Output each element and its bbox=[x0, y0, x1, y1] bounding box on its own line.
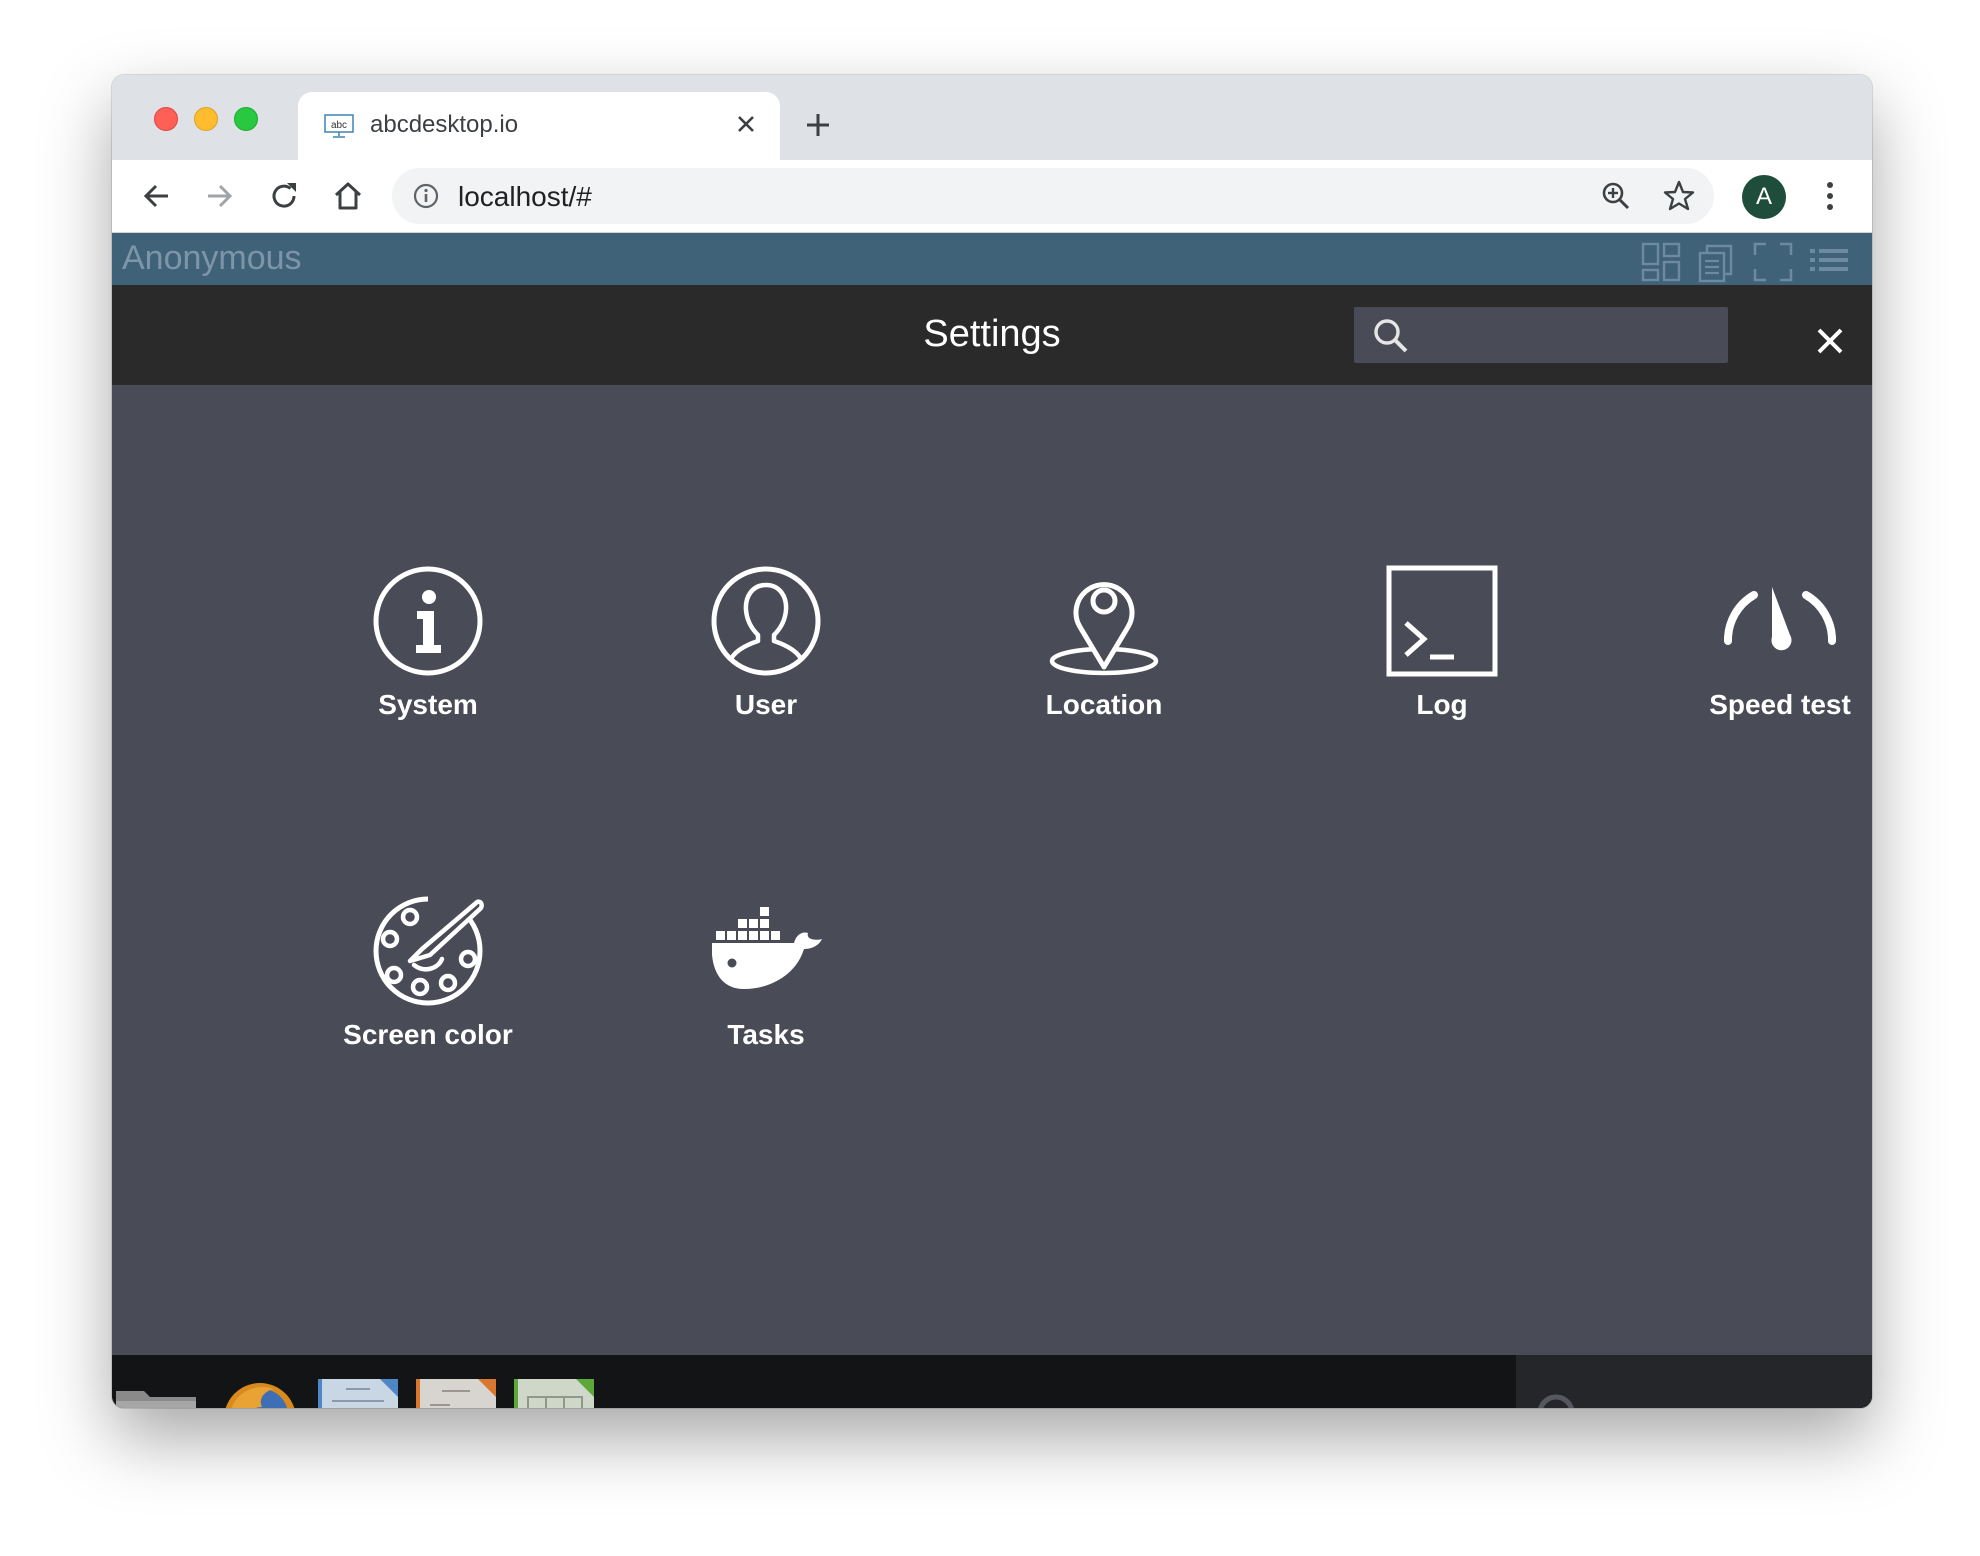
taskbar-dock bbox=[112, 1355, 1872, 1408]
close-settings-icon[interactable] bbox=[1816, 327, 1844, 355]
browser-toolbar: localhost/# A bbox=[112, 160, 1872, 233]
location-pin-icon bbox=[1049, 582, 1159, 676]
desktop-app: Anonymous Settings System User Location … bbox=[112, 233, 1872, 1408]
zoom-icon[interactable] bbox=[1600, 180, 1632, 212]
list-menu-icon[interactable] bbox=[1808, 241, 1850, 283]
grid-view-icon[interactable] bbox=[1640, 241, 1682, 283]
writer-document-icon[interactable] bbox=[316, 1377, 400, 1408]
settings-item-label: Speed test bbox=[1709, 689, 1851, 720]
minimize-window-button[interactable] bbox=[194, 107, 218, 131]
maximize-window-button[interactable] bbox=[234, 107, 258, 131]
settings-item-label: User bbox=[734, 689, 798, 720]
palette-icon bbox=[373, 896, 484, 1006]
back-icon[interactable] bbox=[138, 178, 174, 214]
settings-item-label: Log bbox=[1416, 689, 1468, 720]
settings-item-screen-color[interactable]: Screen color bbox=[298, 895, 558, 1075]
address-bar[interactable]: localhost/# bbox=[392, 168, 1714, 224]
user-icon bbox=[711, 566, 821, 676]
app-top-bar: Anonymous bbox=[112, 233, 1872, 285]
settings-item-log[interactable]: Log bbox=[1312, 565, 1572, 745]
fullscreen-icon[interactable] bbox=[1752, 241, 1794, 283]
speedometer-icon bbox=[1724, 587, 1836, 651]
settings-item-location[interactable]: Location bbox=[974, 565, 1234, 745]
tab-title: abcdesktop.io bbox=[370, 111, 519, 138]
documents-icon[interactable] bbox=[1696, 241, 1738, 283]
star-icon[interactable] bbox=[1662, 179, 1696, 213]
info-icon[interactable] bbox=[412, 182, 440, 210]
firefox-icon[interactable] bbox=[218, 1377, 302, 1408]
forward-icon[interactable] bbox=[202, 178, 238, 214]
url-text[interactable]: localhost/# bbox=[458, 181, 592, 213]
browser-tab[interactable]: abc abcdesktop.io bbox=[298, 92, 780, 160]
home-folder-icon[interactable] bbox=[114, 1377, 198, 1408]
settings-item-label: System bbox=[378, 689, 478, 720]
settings-item-user[interactable]: User bbox=[636, 565, 896, 745]
calc-spreadsheet-icon[interactable] bbox=[512, 1377, 596, 1408]
close-icon[interactable] bbox=[730, 108, 762, 140]
settings-item-label: Tasks bbox=[727, 1019, 805, 1050]
impress-presentation-icon[interactable] bbox=[414, 1377, 498, 1408]
settings-search-input[interactable] bbox=[1424, 315, 1714, 355]
settings-item-label: Screen color bbox=[343, 1019, 513, 1050]
close-window-button[interactable] bbox=[154, 107, 178, 131]
plus-icon[interactable] bbox=[802, 109, 834, 141]
settings-item-tasks[interactable]: Tasks bbox=[636, 895, 896, 1075]
home-icon[interactable] bbox=[330, 178, 366, 214]
terminal-icon bbox=[1386, 565, 1498, 677]
favicon-text: abc bbox=[331, 120, 347, 131]
search-icon bbox=[1374, 319, 1408, 353]
profile-avatar[interactable]: A bbox=[1742, 175, 1786, 219]
settings-item-speed-test[interactable]: Speed test bbox=[1650, 565, 1872, 745]
dock-search[interactable] bbox=[1516, 1355, 1872, 1408]
kebab-menu-icon[interactable] bbox=[1818, 178, 1842, 214]
browser-window: abc abcdesktop.io localhost/# A Anonymou… bbox=[112, 75, 1872, 1408]
user-name[interactable]: Anonymous bbox=[122, 239, 302, 278]
settings-search-box[interactable] bbox=[1354, 307, 1728, 363]
reload-icon[interactable] bbox=[266, 178, 302, 214]
favicon-icon: abc bbox=[324, 114, 354, 138]
settings-header: Settings bbox=[112, 285, 1872, 385]
settings-item-system[interactable]: System bbox=[298, 565, 558, 745]
settings-item-label: Location bbox=[1045, 689, 1163, 720]
info-icon bbox=[373, 566, 483, 676]
docker-whale-icon bbox=[712, 907, 822, 989]
title-bar: abc abcdesktop.io bbox=[112, 75, 1872, 160]
search-icon[interactable] bbox=[1534, 1391, 1590, 1408]
